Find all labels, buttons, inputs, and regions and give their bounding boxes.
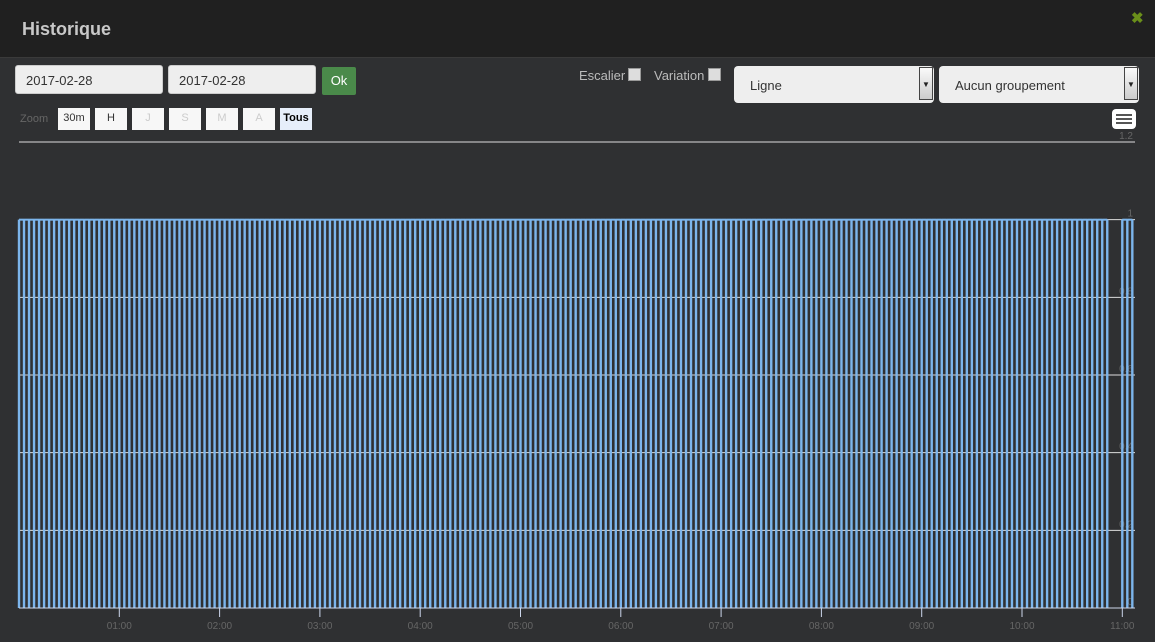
x-tick-label: 06:00 [608,621,633,632]
x-tick-label: 04:00 [408,621,433,632]
x-tick-label: 05:00 [508,621,533,632]
history-chart: 00.20.40.60.811.201:00 02:00 03:00 04:00 05:… [17,131,1135,632]
x-tick-label: 08:00 [809,621,834,632]
x-tick-label: 02:00 [207,621,232,632]
x-tick-label: 07:00 [709,621,734,632]
y-tick-label: 1.2 [1119,131,1133,142]
y-tick-label: 1 [1127,209,1133,220]
x-tick-label: 03:00 [307,621,332,632]
x-tick-label: 09:00 [909,621,934,632]
x-tick-label: 10:00 [1009,621,1034,632]
x-tick-label: 11:00 [1110,621,1135,632]
x-tick-label: 01:00 [107,621,132,632]
